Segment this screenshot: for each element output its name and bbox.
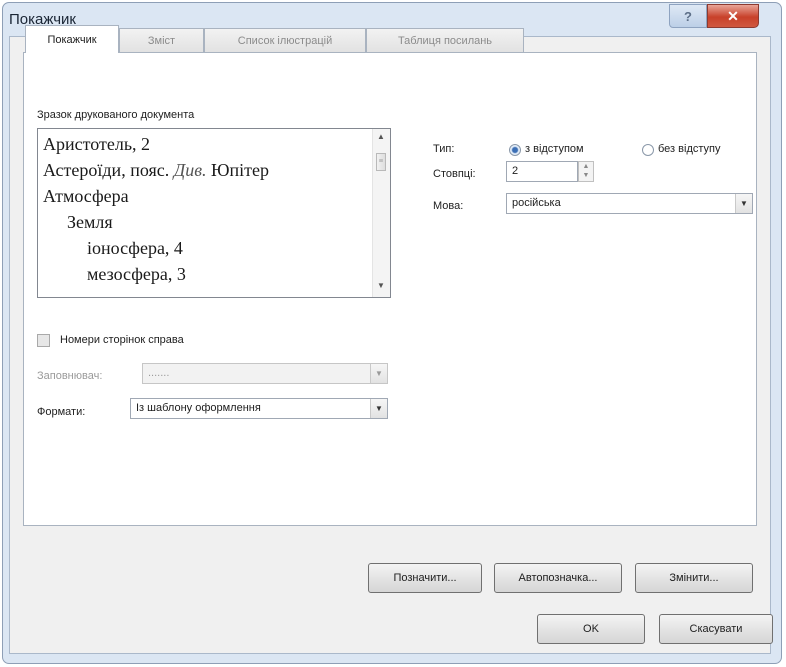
scroll-up-icon[interactable]: ▲ <box>377 132 385 141</box>
filler-label: Заповнювач: <box>37 370 103 382</box>
formats-label: Формати: <box>37 406 86 418</box>
language-label: Мова: <box>433 200 464 212</box>
print-preview-box: Аристотель, 2 Астероїди, пояс. Див. Юпіт… <box>37 128 391 298</box>
type-runin-radio[interactable] <box>642 144 654 156</box>
help-icon: ? <box>684 8 692 24</box>
columns-label: Стовпці: <box>433 168 476 180</box>
tab-table-of-authorities[interactable]: Таблиця посилань <box>366 28 524 52</box>
modify-button[interactable]: Змінити... <box>635 563 753 593</box>
tab-index[interactable]: Покажчик <box>25 25 119 53</box>
preview-line: Аристотель, 2 <box>43 134 151 154</box>
tab-table-of-authorities-label: Таблиця посилань <box>397 34 493 47</box>
spin-down-icon[interactable]: ▼ <box>579 171 593 180</box>
type-label: Тип: <box>433 143 455 155</box>
type-indented-label[interactable]: з відступом <box>525 143 584 155</box>
formats-value: Із шаблону оформлення <box>136 402 261 414</box>
cancel-button[interactable]: Скасувати <box>659 614 773 644</box>
preview-label: Зразок друкованого документа <box>37 109 195 121</box>
ok-button[interactable]: OK <box>537 614 645 644</box>
spin-up-icon[interactable]: ▲ <box>579 162 593 171</box>
filler-select[interactable]: ....... <box>142 363 388 384</box>
type-indented-radio[interactable] <box>509 144 521 156</box>
preview-line: іоносфера, 4 <box>87 238 183 258</box>
preview-line: Земля <box>67 212 113 232</box>
mark-entry-button[interactable]: Позначити... <box>368 563 482 593</box>
close-icon: ✕ <box>727 7 739 24</box>
tab-list-of-figures-label: Список ілюстрацій <box>237 34 333 47</box>
tab-contents[interactable]: Зміст <box>119 28 204 52</box>
preview-line: мезосфера, 3 <box>87 264 186 284</box>
columns-input[interactable]: 2 <box>506 161 578 182</box>
help-button[interactable]: ? <box>669 4 707 28</box>
page-numbers-label[interactable]: Номери сторінок справа <box>60 334 184 346</box>
preview-line: Атмосфера <box>43 186 129 206</box>
preview-line-rest: Юпітер <box>206 160 270 180</box>
tab-index-label: Покажчик <box>47 33 97 46</box>
page-numbers-checkbox[interactable] <box>37 334 50 347</box>
filler-value: ....... <box>148 367 170 379</box>
chevron-down-icon[interactable]: ▼ <box>735 194 752 213</box>
language-value: російська <box>512 197 561 209</box>
tab-contents-label: Зміст <box>147 34 176 47</box>
language-select[interactable]: російська <box>506 193 753 214</box>
close-button[interactable]: ✕ <box>707 4 759 28</box>
scroll-down-icon[interactable]: ▼ <box>377 281 385 290</box>
automark-button[interactable]: Автопозначка... <box>494 563 622 593</box>
columns-spinner[interactable]: ▲ ▼ <box>578 161 594 182</box>
tab-list-of-figures[interactable]: Список ілюстрацій <box>204 28 366 52</box>
preview-line: Астероїди, пояс. Див. Юпітер <box>43 159 269 181</box>
type-runin-label[interactable]: без відступу <box>658 143 720 155</box>
chevron-down-icon[interactable]: ▼ <box>370 364 387 383</box>
preview-line-text: Астероїди, пояс. <box>43 160 170 180</box>
preview-see-reference: Див. <box>173 160 207 180</box>
preview-scrollbar[interactable]: ▲ ≡ ▼ <box>372 129 390 297</box>
scroll-thumb[interactable]: ≡ <box>376 153 386 171</box>
chevron-down-icon[interactable]: ▼ <box>370 399 387 418</box>
formats-select[interactable]: Із шаблону оформлення <box>130 398 388 419</box>
